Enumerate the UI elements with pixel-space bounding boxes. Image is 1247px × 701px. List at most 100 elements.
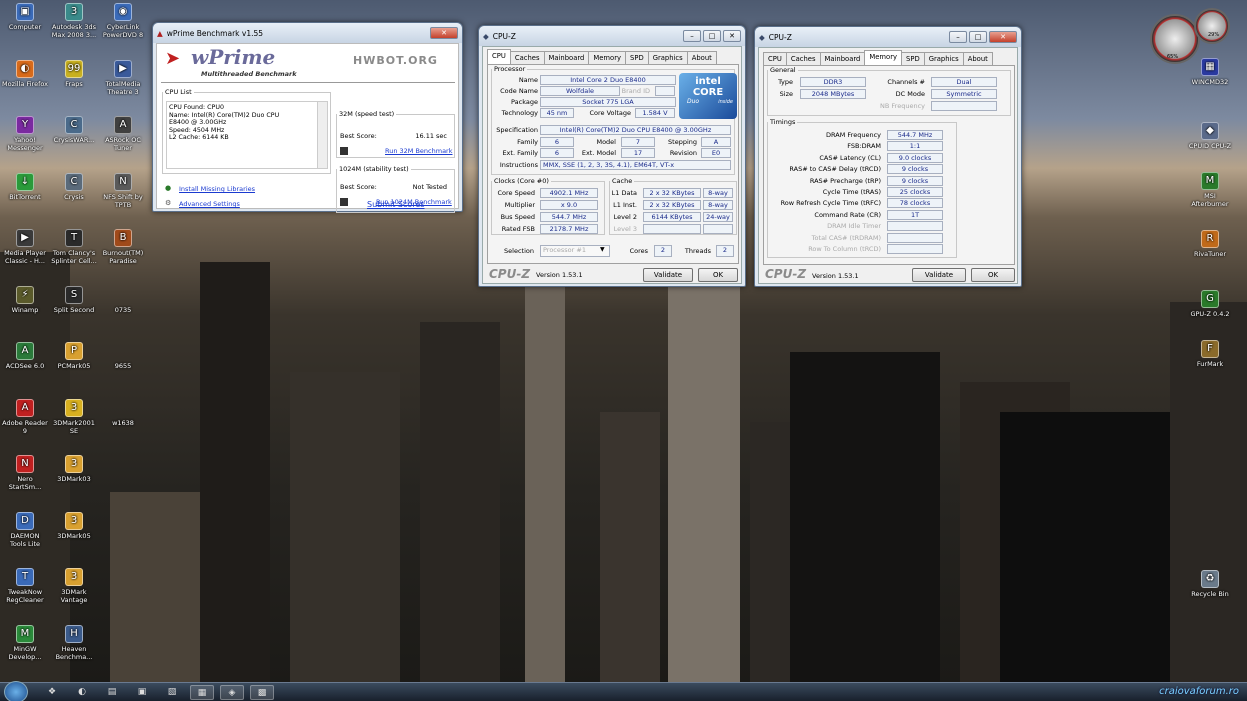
app-icon: ↓ <box>16 172 34 191</box>
desktop-icon-label: Tom Clancy's Splinter Cell... <box>51 249 97 265</box>
desktop-icon-bittorrent[interactable]: ↓ BitTorrent <box>2 172 48 201</box>
taskbar-app-icon[interactable]: ❖ <box>40 685 64 700</box>
desktop-icon-media-player-classic-h[interactable]: ▶ Media Player Classic - H... <box>2 229 48 265</box>
validate-button[interactable]: Validate <box>643 268 693 282</box>
best-score-32-label: Best Score: <box>340 132 377 140</box>
model-value: 7 <box>621 137 655 147</box>
desktop-icon-winamp[interactable]: ⚡ Winamp <box>2 285 48 314</box>
threads-label: Threads <box>684 247 711 255</box>
chevron-down-icon[interactable]: ▼ <box>600 246 605 253</box>
desktop-icon-9655[interactable]: 9655 <box>100 342 146 370</box>
desktop-icon-label: DAEMON Tools Lite <box>9 531 41 548</box>
desktop-icon-mingw-develop[interactable]: M MinGW Develop... <box>2 624 48 661</box>
multiplier-value: x 9.0 <box>540 200 598 210</box>
timing-label: Command Rate (CR) <box>814 210 881 219</box>
start-button[interactable] <box>4 681 28 701</box>
timing-label: RAS# Precharge (tRP) <box>809 176 881 185</box>
minimize-icon[interactable]: – <box>683 30 701 42</box>
level3-value <box>643 224 701 234</box>
taskbar-app-icon[interactable]: ◐ <box>70 685 94 700</box>
cpu-list-line: CPU Found: CPU0 <box>169 104 224 111</box>
wprime-titlebar[interactable]: ▲ wPrime Benchmark v1.55 ✕ <box>153 23 462 43</box>
desktop-icon-3dmark05[interactable]: 3 3DMark05 <box>51 511 97 540</box>
desktop-icon-acdsee-6-0[interactable]: A ACDSee 6.0 <box>2 342 48 370</box>
timing-label: Row Refresh Cycle Time (tRFC) <box>780 199 881 208</box>
desktop-icon-recycle-bin[interactable]: ♻ Recycle Bin <box>1186 570 1234 598</box>
maximize-icon[interactable]: □ <box>703 30 721 42</box>
desktop-icon-fraps[interactable]: 99 Fraps <box>51 59 97 88</box>
ok-button[interactable]: OK <box>971 268 1015 282</box>
timing-label: FSB:DRAM <box>847 142 881 151</box>
desktop-icon-blank[interactable] <box>100 455 146 475</box>
cpu-meter-gadget[interactable]: 65% 29% <box>1150 8 1232 68</box>
desktop-icon-adobe-reader-9[interactable]: A Adobe Reader 9 <box>2 398 48 435</box>
desktop-icon-cpuid-cpu-z[interactable]: ◆ CPUID CPU-Z <box>1186 122 1234 150</box>
desktop-icon-computer[interactable]: ▣ Computer <box>2 3 48 31</box>
tab-memory[interactable]: Memory <box>864 50 903 65</box>
desktop-icon-blank[interactable] <box>100 568 146 588</box>
bus-speed-value: 544.7 MHz <box>540 212 598 222</box>
taskbar-app-icon[interactable]: ▩ <box>250 685 274 700</box>
desktop-icon-rivatuner[interactable]: R RivaTuner <box>1186 230 1234 258</box>
timings-label: Timings <box>770 118 796 126</box>
desktop-icon-daemon-tools-lite[interactable]: D DAEMON Tools Lite <box>2 511 48 548</box>
validate-button[interactable]: Validate <box>912 268 966 282</box>
desktop-icon-3dmark03[interactable]: 3 3DMark03 <box>51 455 97 483</box>
desktop-icon-asrock-oc-tuner[interactable]: A ASRock OC Tuner <box>100 116 146 152</box>
desktop-icon-cyberlink-powerdvd-8[interactable]: ◉ CyberLink PowerDVD 8 <box>100 3 146 39</box>
desktop-icon-mozilla-firefox[interactable]: ◐ Mozilla Firefox <box>2 59 48 88</box>
stepping-value: A <box>701 137 731 147</box>
desktop-icon-crysis[interactable]: C Crysis <box>51 172 97 201</box>
desktop-icon-3dmark2001-se[interactable]: 3 3DMark2001 SE <box>51 398 97 435</box>
desktop-icon-yahoo-messenger[interactable]: Y Yahoo! Messenger <box>2 116 48 152</box>
ok-button[interactable]: OK <box>698 268 738 282</box>
taskbar-app-icon[interactable]: ◈ <box>220 685 244 700</box>
desktop-icon-tweaknow-regcleaner[interactable]: T TweakNow RegCleaner <box>2 568 48 604</box>
l1-data-ways: 8-way <box>703 188 733 198</box>
app-icon <box>114 342 132 360</box>
cpuz-memory-titlebar[interactable]: ◆ CPU-Z – □ ✕ <box>755 27 1021 47</box>
app-icon: 3 <box>65 455 83 473</box>
desktop-icon-nero-startsm[interactable]: N Nero StartSm... <box>2 455 48 491</box>
desktop-icon-msi-afterburner[interactable]: M MSI Afterburner <box>1186 172 1234 208</box>
desktop-icon-heaven-benchma[interactable]: H Heaven Benchma... <box>51 624 97 661</box>
maximize-icon[interactable]: □ <box>969 31 987 43</box>
install-libraries-link[interactable]: Install Missing Libraries <box>179 185 255 193</box>
desktop-icon-autodesk-3ds-max-2008-3[interactable]: 3 Autodesk 3ds Max 2008 3... <box>51 3 97 39</box>
desktop-icon-tom-clancy-s-splinter-cell[interactable]: T Tom Clancy's Splinter Cell... <box>51 229 97 265</box>
desktop-icon-furmark[interactable]: F FurMark <box>1186 340 1234 368</box>
best-score-32-value: 16.11 sec <box>415 132 447 140</box>
app-icon: M <box>16 624 34 643</box>
desktop-icon-totalmedia-theatre-3[interactable]: ▶ TotalMedia Theatre 3 <box>100 59 146 96</box>
desktop-icon-pcmark05[interactable]: P PCMark05 <box>51 342 97 370</box>
desktop-icon-blank[interactable] <box>100 512 146 532</box>
desktop-icon-label: RivaTuner <box>1193 250 1227 258</box>
stepping-label: Stepping <box>668 138 697 146</box>
desktop-icon-w1638[interactable]: w1638 <box>100 399 146 427</box>
close-icon[interactable]: ✕ <box>989 31 1017 43</box>
minimize-icon[interactable]: – <box>949 31 967 43</box>
tab-cpu[interactable]: CPU <box>487 49 511 64</box>
cpu-list-scrollbar[interactable] <box>317 102 327 168</box>
wprime-logo-mark: ➤ <box>165 48 181 69</box>
desktop-icon-3dmark-vantage[interactable]: 3 3DMark Vantage <box>51 568 97 604</box>
taskbar-app-icon[interactable]: ▧ <box>160 685 184 700</box>
taskbar-app-icon[interactable]: ▤ <box>100 685 124 700</box>
close-icon[interactable]: ✕ <box>430 27 458 39</box>
submit-scores-link[interactable]: Submit Scores <box>367 200 425 209</box>
desktop-icon-gpu-z-0-4-2[interactable]: G GPU-Z 0.4.2 <box>1186 290 1234 318</box>
cpuz-cpu-titlebar[interactable]: ◆ CPU-Z – □ ✕ <box>479 26 745 46</box>
advanced-settings-link[interactable]: Advanced Settings <box>179 200 240 208</box>
close-icon[interactable]: ✕ <box>723 30 741 42</box>
desktop-icon-0735[interactable]: 0735 <box>100 286 146 314</box>
desktop-icon-split-second[interactable]: S Split Second <box>51 285 97 314</box>
desktop-icon-label: Winamp <box>11 305 39 314</box>
taskbar-app-icon[interactable]: ▣ <box>130 685 154 700</box>
desktop-icon-crysiswar[interactable]: C CrysisWAR... <box>51 116 97 144</box>
run-32m-link[interactable]: Run 32M Benchmark <box>385 147 453 155</box>
taskbar-app-icon[interactable]: ▦ <box>190 685 214 700</box>
desktop-icon-nfs-shift-by-tptb[interactable]: N NFS Shift by TPTB <box>100 172 146 209</box>
desktop-icon-burnout-tm-paradise[interactable]: B Burnout(TM) Paradise <box>100 229 146 265</box>
desktop-icon-label: ACDSee 6.0 <box>5 362 45 370</box>
cpu-list-box[interactable]: CPU Found: CPU0 Name: Intel(R) Core(TM)2 … <box>166 101 328 169</box>
